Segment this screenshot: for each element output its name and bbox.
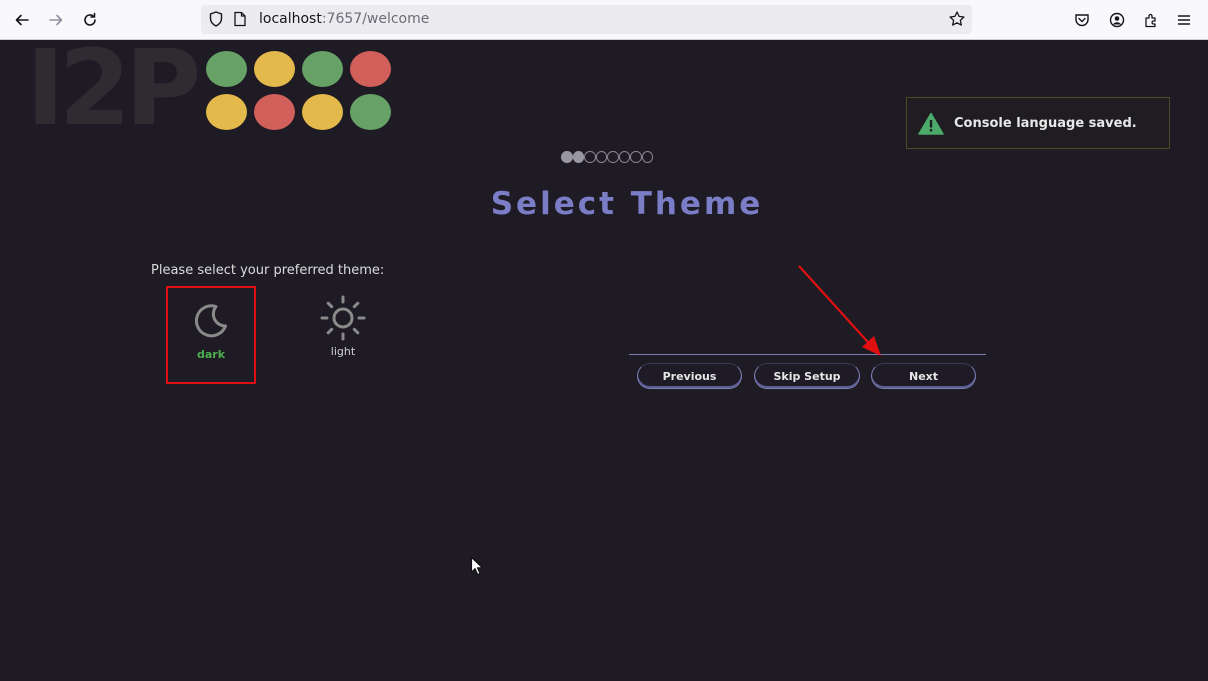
moon-icon: [192, 302, 230, 344]
logo-dot: [302, 51, 343, 87]
sun-icon: [320, 295, 366, 345]
url-path: :7657/welcome: [321, 11, 430, 27]
theme-option-dark[interactable]: dark: [166, 286, 256, 384]
progress-dot: [607, 151, 619, 163]
logo-dot: [350, 51, 391, 87]
mouse-cursor-icon: [470, 556, 484, 580]
logo-dot: [254, 51, 295, 87]
page-content: I2P Select Theme Console language saved.…: [0, 36, 1208, 681]
progress-dot: [595, 151, 608, 163]
status-notice: Console language saved.: [906, 97, 1170, 149]
account-icon[interactable]: [1106, 9, 1128, 31]
next-button[interactable]: Next: [871, 363, 976, 389]
previous-button[interactable]: Previous: [637, 363, 742, 389]
shield-icon[interactable]: [207, 10, 225, 32]
logo-dot: [350, 94, 391, 130]
notice-message: Console language saved.: [954, 116, 1137, 131]
logo-dot: [254, 94, 295, 130]
url-bar[interactable]: localhost:7657/welcome: [201, 5, 972, 34]
warning-icon: [918, 112, 944, 139]
logo-dots: [206, 51, 396, 131]
theme-label-light: light: [330, 345, 356, 358]
i2p-logo-text: I2P: [26, 27, 201, 149]
logo-dot: [302, 94, 343, 130]
url-host: localhost: [259, 11, 322, 27]
menu-icon[interactable]: [1173, 9, 1195, 31]
setup-progress: [561, 151, 654, 163]
url-text[interactable]: localhost:7657/welcome: [259, 11, 429, 27]
pocket-icon[interactable]: [1071, 9, 1093, 31]
theme-prompt: Please select your preferred theme:: [151, 263, 385, 278]
progress-dot: [584, 151, 596, 163]
progress-dot: [618, 151, 631, 163]
star-icon[interactable]: [948, 10, 966, 32]
page-title: Select Theme: [490, 186, 764, 222]
logo-dot: [206, 94, 247, 130]
theme-option-light[interactable]: light: [298, 286, 388, 384]
theme-label-dark: dark: [196, 348, 226, 361]
progress-dot: [561, 151, 573, 163]
skip-setup-button[interactable]: Skip Setup: [754, 363, 860, 389]
progress-dot: [572, 151, 585, 163]
progress-dot: [641, 151, 654, 163]
progress-dot: [630, 151, 642, 163]
page-icon: [233, 11, 247, 31]
extensions-icon[interactable]: [1140, 9, 1162, 31]
logo-dot: [206, 51, 247, 87]
annotation-arrow: [798, 265, 881, 356]
